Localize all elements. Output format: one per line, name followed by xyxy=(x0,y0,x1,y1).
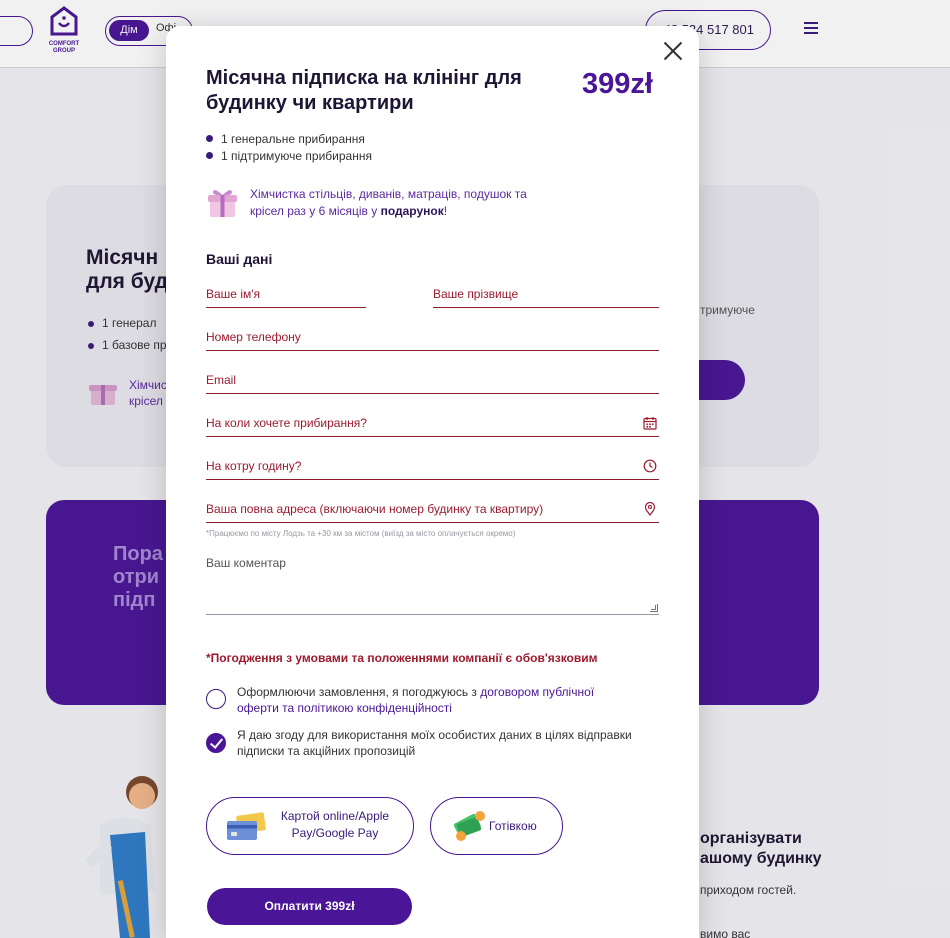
last-name-field[interactable]: Ваше прізвище xyxy=(433,286,659,308)
pay-cash-button[interactable]: Готівкою xyxy=(430,797,563,855)
marketing-consent-checkbox[interactable] xyxy=(206,733,226,753)
first-name-label: Ваше ім'я xyxy=(206,287,261,301)
modal-price: 399zł xyxy=(582,68,653,100)
pay-cash-label: Готівкою xyxy=(489,819,537,833)
service-item: 1 підтримуюче прибирання xyxy=(206,148,372,165)
modal-title: Місячна підписка на клінінг для будинку … xyxy=(206,67,522,114)
credit-cards-icon xyxy=(227,812,266,840)
consent-warning: *Погодження з умовами та положеннями ком… xyxy=(206,651,598,665)
phone-label: Номер телефону xyxy=(206,330,301,344)
clock-icon[interactable] xyxy=(643,459,657,473)
calendar-icon[interactable] xyxy=(643,416,657,430)
comment-textarea[interactable]: Ваш коментар xyxy=(206,556,659,615)
privacy-policy-link[interactable]: політикою конфіденційності xyxy=(298,701,452,715)
email-label: Email xyxy=(206,373,237,387)
terms-text-and: та xyxy=(278,701,298,715)
service-item: 1 генеральне прибирання xyxy=(206,131,372,148)
date-field[interactable]: На коли хочете прибирання? xyxy=(206,415,659,437)
address-note: *Працюємо по місту Лодзь та +30 км за мі… xyxy=(206,529,516,538)
time-field[interactable]: На котру годину? xyxy=(206,458,659,480)
pay-card-label: Картой online/Apple Pay/Google Pay xyxy=(280,809,390,840)
gift-icon xyxy=(208,190,237,217)
first-name-field[interactable]: Ваше ім'я xyxy=(206,286,366,308)
subscription-modal: Місячна підписка на клінінг для будинку … xyxy=(166,26,699,938)
terms-text: Оформлюючи замовлення, я погоджуюсь з xyxy=(237,685,481,699)
terms-consent-text: Оформлюючи замовлення, я погоджуюсь з до… xyxy=(237,684,637,716)
section-title-your-data: Ваші дані xyxy=(206,251,273,267)
resize-handle-icon[interactable] xyxy=(650,604,658,612)
pay-card-online-button[interactable]: Картой online/Apple Pay/Google Pay xyxy=(206,797,414,855)
address-field[interactable]: Ваша повна адреса (включаючи номер будин… xyxy=(206,501,659,523)
time-label: На котру годину? xyxy=(206,459,302,473)
location-pin-icon[interactable] xyxy=(643,502,657,516)
address-label: Ваша повна адреса (включаючи номер будин… xyxy=(206,502,544,516)
close-icon[interactable] xyxy=(662,40,684,62)
gift-text-highlight: подарунок xyxy=(380,204,444,218)
marketing-consent-text: Я даю згоду для використання моїх особис… xyxy=(237,728,632,758)
email-field[interactable]: Email xyxy=(206,372,659,394)
phone-field[interactable]: Номер телефону xyxy=(206,329,659,351)
submit-pay-button[interactable]: Оплатити 399zł xyxy=(207,888,412,925)
last-name-label: Ваше прізвище xyxy=(433,287,519,301)
gift-text-end: ! xyxy=(443,204,448,218)
cash-money-icon xyxy=(453,811,485,841)
gift-promo-text: Хімчистка стільців, диванів, матраців, п… xyxy=(250,186,550,220)
comment-placeholder: Ваш коментар xyxy=(206,556,286,570)
included-services-list: 1 генеральне прибирання 1 підтримуюче пр… xyxy=(206,131,372,165)
date-label: На коли хочете прибирання? xyxy=(206,416,367,430)
terms-consent-checkbox[interactable] xyxy=(206,689,226,709)
